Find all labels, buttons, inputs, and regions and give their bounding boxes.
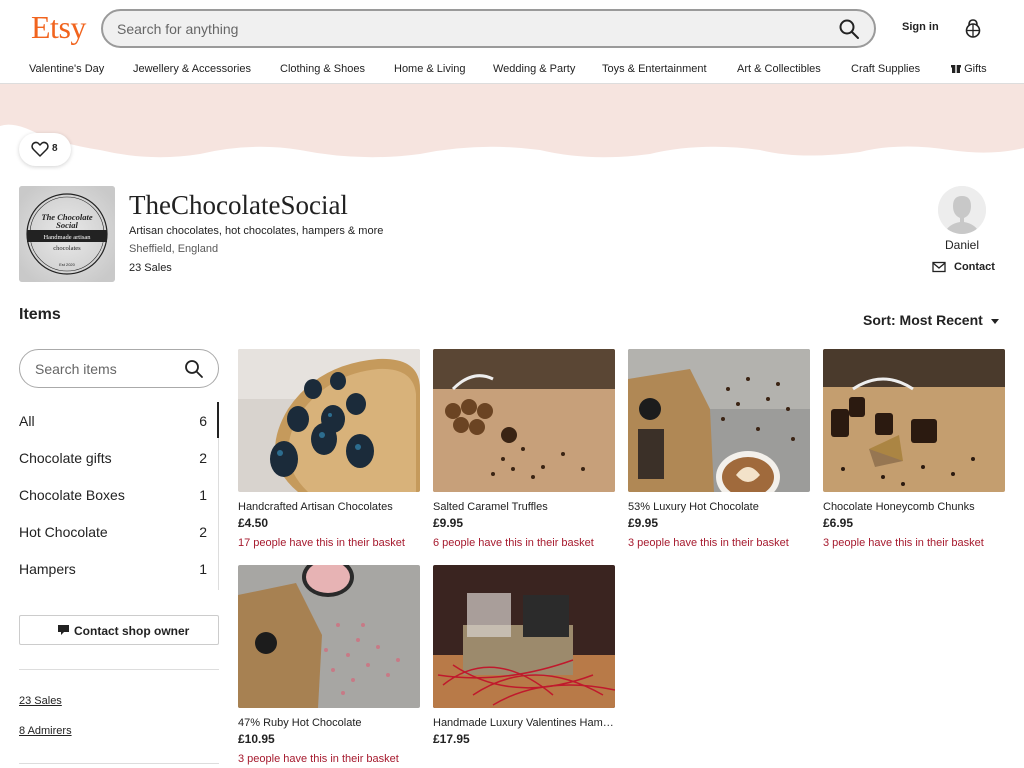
listing-title[interactable]: 47% Ruby Hot Chocolate xyxy=(238,717,420,729)
category-valentines-day[interactable]: Valentine's Day xyxy=(29,63,104,75)
section-label: Hot Chocolate xyxy=(19,524,108,540)
site-search-input[interactable]: Search for anything xyxy=(101,9,876,48)
listing-image[interactable] xyxy=(238,349,420,492)
listing-image[interactable] xyxy=(433,349,615,492)
svg-text:Handmade artisan: Handmade artisan xyxy=(43,234,91,241)
sales-link[interactable]: 23 Sales xyxy=(19,695,62,707)
basket-count-note: 17 people have this in their basket xyxy=(238,537,405,549)
svg-text:chocolates: chocolates xyxy=(53,245,81,252)
search-icon[interactable] xyxy=(184,359,204,379)
section-label: Hampers xyxy=(19,561,76,577)
svg-text:Social: Social xyxy=(56,220,78,230)
active-indicator xyxy=(217,402,219,438)
search-icon[interactable] xyxy=(838,18,860,40)
basket-count-note: 6 people have this in their basket xyxy=(433,537,594,549)
shop-tagline: Artisan chocolates, hot chocolates, hamp… xyxy=(129,225,384,237)
listing-price: £6.95 xyxy=(823,516,854,530)
shop-logo: The Chocolate Social Handmade artisan ch… xyxy=(19,186,115,282)
sort-label: Sort: Most Recent xyxy=(863,312,983,328)
category-jewellery[interactable]: Jewellery & Accessories xyxy=(133,63,251,75)
contact-label: Contact xyxy=(954,261,995,273)
listing-price: £17.95 xyxy=(433,732,470,746)
section-count: 2 xyxy=(199,524,207,540)
listing-price: £9.95 xyxy=(433,516,464,530)
listing-price: £9.95 xyxy=(628,516,659,530)
sort-dropdown[interactable]: Sort: Most Recent xyxy=(863,312,999,328)
category-wedding-party[interactable]: Wedding & Party xyxy=(493,63,575,75)
basket-count-note: 3 people have this in their basket xyxy=(628,537,789,549)
favorite-shop-button[interactable]: 8 xyxy=(19,133,71,166)
section-count: 2 xyxy=(199,450,207,466)
basket-count-note: 3 people have this in their basket xyxy=(238,753,399,765)
admirers-link[interactable]: 8 Admirers xyxy=(19,725,72,737)
category-toys[interactable]: Toys & Entertainment xyxy=(602,63,707,75)
listing-title[interactable]: Handcrafted Artisan Chocolates xyxy=(238,501,420,513)
listing-title[interactable]: Handmade Luxury Valentines Hamper xyxy=(433,717,615,729)
basket-count-note: 3 people have this in their basket xyxy=(823,537,984,549)
category-gifts[interactable]: Gifts xyxy=(951,63,987,75)
shop-sections: All 6 Chocolate gifts 2 Chocolate Boxes … xyxy=(19,402,219,590)
search-placeholder: Search for anything xyxy=(117,21,239,37)
sign-in-link[interactable]: Sign in xyxy=(902,21,939,33)
favorite-count: 8 xyxy=(52,143,58,154)
listing-price: £4.50 xyxy=(238,516,269,530)
divider xyxy=(19,669,219,670)
category-art[interactable]: Art & Collectibles xyxy=(737,63,821,75)
item-search-placeholder: Search items xyxy=(35,361,117,377)
heart-icon xyxy=(31,141,49,157)
item-search-input[interactable]: Search items xyxy=(19,349,219,388)
basket-icon[interactable] xyxy=(963,17,983,39)
category-home-living[interactable]: Home & Living xyxy=(394,63,466,75)
divider xyxy=(19,763,219,764)
shop-sales-count: 23 Sales xyxy=(129,262,172,274)
listing-image[interactable] xyxy=(433,565,615,708)
listing-title[interactable]: 53% Luxury Hot Chocolate xyxy=(628,501,810,513)
section-hampers[interactable]: Hampers 1 xyxy=(19,550,219,586)
contact-shop-owner-button[interactable]: Contact shop owner xyxy=(19,615,219,645)
listing-title[interactable]: Chocolate Honeycomb Chunks xyxy=(823,501,1005,513)
site-header: Etsy Search for anything Sign in xyxy=(0,0,1024,56)
section-chocolate-gifts[interactable]: Chocolate gifts 2 xyxy=(19,439,219,475)
listing-price: £10.95 xyxy=(238,732,275,746)
shop-name: TheChocolateSocial xyxy=(129,190,348,220)
owner-avatar[interactable] xyxy=(938,186,986,234)
section-all[interactable]: All 6 xyxy=(19,402,219,438)
message-icon xyxy=(58,625,69,635)
caret-down-icon xyxy=(990,318,999,324)
category-craft-supplies[interactable]: Craft Supplies xyxy=(851,63,920,75)
section-chocolate-boxes[interactable]: Chocolate Boxes 1 xyxy=(19,476,219,512)
listing-title[interactable]: Salted Caramel Truffles xyxy=(433,501,615,513)
section-hot-chocolate[interactable]: Hot Chocolate 2 xyxy=(19,513,219,549)
etsy-logo[interactable]: Etsy xyxy=(31,9,86,46)
items-heading: Items xyxy=(19,306,61,323)
listing-image[interactable] xyxy=(823,349,1005,492)
category-nav: Valentine's Day Jewellery & Accessories … xyxy=(0,56,1024,84)
listing-image[interactable] xyxy=(238,565,420,708)
section-label: Chocolate Boxes xyxy=(19,487,125,503)
gifts-label: Gifts xyxy=(964,63,987,75)
shop-location: Sheffield, England xyxy=(129,243,219,255)
shop-banner xyxy=(0,84,1024,164)
gift-icon xyxy=(951,65,961,73)
svg-text:Est 2020: Est 2020 xyxy=(59,262,76,267)
listing-image[interactable] xyxy=(628,349,810,492)
envelope-icon xyxy=(932,261,946,273)
owner-name: Daniel xyxy=(944,238,980,252)
section-label: All xyxy=(19,413,35,429)
section-count: 1 xyxy=(199,487,207,503)
section-count: 1 xyxy=(199,561,207,577)
contact-shop-owner-label: Contact shop owner xyxy=(74,624,190,638)
section-label: Chocolate gifts xyxy=(19,450,112,466)
category-clothing[interactable]: Clothing & Shoes xyxy=(280,63,365,75)
section-count: 6 xyxy=(199,413,207,429)
